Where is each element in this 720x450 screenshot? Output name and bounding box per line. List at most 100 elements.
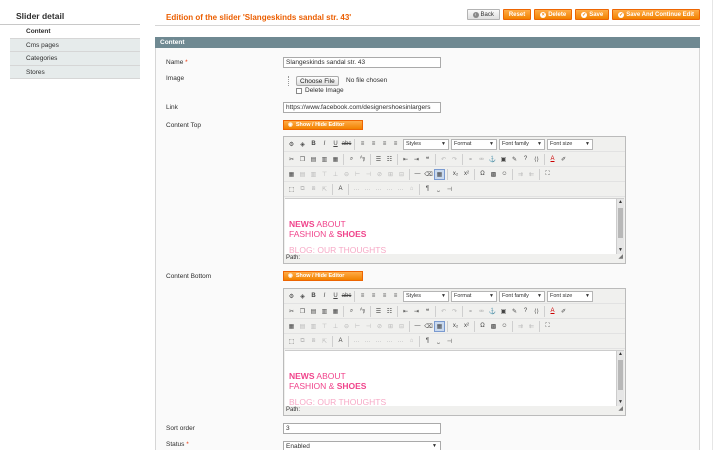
subscript-icon[interactable]: x₂: [450, 321, 461, 332]
html-icon[interactable]: ⟨⟩: [531, 154, 542, 165]
attribs-icon[interactable]: ⌂: [406, 336, 417, 347]
pagebreak-icon[interactable]: ⊣: [444, 184, 455, 195]
delete-col-icon[interactable]: ⊘: [374, 169, 385, 180]
horizontal-rule-icon[interactable]: —: [412, 169, 423, 180]
move-backward-icon[interactable]: ⧈: [308, 184, 319, 195]
back-button[interactable]: ‹ Back: [466, 9, 500, 20]
underline-icon[interactable]: U: [330, 291, 341, 302]
font-size-select[interactable]: Font size ▼: [547, 290, 593, 302]
cell-props-icon[interactable]: ▥: [308, 321, 319, 332]
redo-icon[interactable]: ↷: [449, 154, 460, 165]
ins-icon[interactable]: …: [395, 336, 406, 347]
text-color-icon[interactable]: A: [547, 306, 558, 317]
col-after-icon[interactable]: ⊣: [363, 321, 374, 332]
sidebar-tab-content[interactable]: Content: [10, 25, 140, 39]
scroll-thumb[interactable]: [618, 208, 623, 238]
visual-chars-icon[interactable]: ¶: [422, 336, 433, 347]
paste-word-icon[interactable]: ▦: [330, 306, 341, 317]
link-icon[interactable]: ⚭: [465, 154, 476, 165]
acronym-icon[interactable]: …: [373, 336, 384, 347]
col-before-icon[interactable]: ⊢: [352, 169, 363, 180]
resize-grip-icon[interactable]: ◢: [618, 405, 623, 414]
align-center-icon[interactable]: ≡: [368, 291, 379, 302]
row-props-icon[interactable]: ▤: [297, 321, 308, 332]
rtl-icon[interactable]: ⇇: [526, 169, 537, 180]
visual-aid-icon[interactable]: ▦: [434, 168, 445, 180]
superscript-icon[interactable]: x²: [461, 321, 472, 332]
acronym-icon[interactable]: …: [373, 184, 384, 195]
align-left-icon[interactable]: ≡: [357, 291, 368, 302]
undo-icon[interactable]: ↶: [438, 154, 449, 165]
replace-icon[interactable]: ᴬᵦ: [357, 154, 368, 165]
media-icon[interactable]: ▩: [488, 169, 499, 180]
unlink-icon[interactable]: ⚮: [476, 154, 487, 165]
styles-select[interactable]: Styles ▼: [403, 290, 449, 302]
help-icon[interactable]: ?: [520, 306, 531, 317]
delete-row-icon[interactable]: ⊖: [341, 321, 352, 332]
image-icon[interactable]: ▣: [498, 154, 509, 165]
ins-icon[interactable]: …: [395, 184, 406, 195]
col-after-icon[interactable]: ⊣: [363, 169, 374, 180]
fullscreen-icon[interactable]: ⛶: [542, 321, 553, 332]
reset-button[interactable]: Reset: [502, 9, 532, 20]
merge-cells-icon[interactable]: ⊟: [396, 169, 407, 180]
del-icon[interactable]: …: [384, 336, 395, 347]
delete-image-checkbox[interactable]: [296, 88, 302, 94]
content-bottom-editor[interactable]: ⚙ ◈ B I U abc ≡ ≡ ≡ ≡ Styles ▼ Format ▼ Fo…: [283, 288, 626, 416]
move-backward-icon[interactable]: ⧈: [308, 336, 319, 347]
text-color-icon[interactable]: A: [547, 154, 558, 165]
absolute-icon[interactable]: ⇱: [319, 336, 330, 347]
align-right-icon[interactable]: ≡: [379, 139, 390, 150]
content-bottom-textarea[interactable]: NEWS ABOUT FASHION & SHOES BLOG: OUR THO…: [285, 350, 624, 406]
copy-icon[interactable]: ❐: [297, 154, 308, 165]
indent-icon[interactable]: ⇥: [411, 154, 422, 165]
visual-chars-icon[interactable]: ¶: [422, 184, 433, 195]
help-icon[interactable]: ?: [520, 154, 531, 165]
bold-icon[interactable]: B: [308, 139, 319, 150]
save-continue-button[interactable]: ✓ Save And Continue Edit: [612, 9, 700, 20]
image-insert-icon[interactable]: ◈: [297, 139, 308, 150]
visual-aid-icon[interactable]: ▦: [434, 320, 445, 332]
align-left-icon[interactable]: ≡: [357, 139, 368, 150]
delete-row-icon[interactable]: ⊖: [341, 169, 352, 180]
delete-button[interactable]: × Delete: [534, 9, 573, 20]
widget-icon[interactable]: ⚙: [286, 139, 297, 150]
fullscreen-icon[interactable]: ⛶: [542, 169, 553, 180]
merge-cells-icon[interactable]: ⊟: [396, 321, 407, 332]
horizontal-rule-icon[interactable]: —: [412, 321, 423, 332]
html-icon[interactable]: ⟨⟩: [531, 306, 542, 317]
status-select[interactable]: Enabled ▼: [283, 441, 441, 450]
editor-scrollbar[interactable]: ▲ ▼: [616, 351, 624, 406]
media-icon[interactable]: ▩: [488, 321, 499, 332]
image-icon[interactable]: ▣: [498, 306, 509, 317]
undo-icon[interactable]: ↶: [438, 306, 449, 317]
name-input[interactable]: Slangeskinds sandal str. 43: [283, 57, 441, 68]
emotions-icon[interactable]: ☺: [499, 169, 510, 180]
cite-icon[interactable]: …: [351, 184, 362, 195]
strikethrough-icon[interactable]: abc: [341, 291, 352, 302]
row-after-icon[interactable]: ⊥: [330, 321, 341, 332]
find-icon[interactable]: ⌕: [346, 306, 357, 317]
paste-icon[interactable]: ▤: [308, 154, 319, 165]
align-justify-icon[interactable]: ≡: [390, 139, 401, 150]
anchor-icon[interactable]: ⚓: [487, 306, 498, 317]
cite-icon[interactable]: …: [351, 336, 362, 347]
row-after-icon[interactable]: ⊥: [330, 169, 341, 180]
content-top-editor[interactable]: ⚙ ◈ B I U abc ≡ ≡ ≡ ≡ Styles ▼ Format ▼ Fo…: [283, 136, 626, 264]
underline-icon[interactable]: U: [330, 139, 341, 150]
find-icon[interactable]: ⌕: [346, 154, 357, 165]
link-icon[interactable]: ⚭: [465, 306, 476, 317]
del-icon[interactable]: …: [384, 184, 395, 195]
redo-icon[interactable]: ↷: [449, 306, 460, 317]
insert-layer-icon[interactable]: ⬚: [286, 336, 297, 347]
paste-icon[interactable]: ▤: [308, 306, 319, 317]
sidebar-tab-cms-pages[interactable]: Cms pages: [10, 38, 140, 52]
special-char-icon[interactable]: Ω: [477, 169, 488, 180]
cleanup-icon[interactable]: ✎: [509, 154, 520, 165]
superscript-icon[interactable]: x²: [461, 169, 472, 180]
show-hide-editor-button-bottom[interactable]: ◉ Show / Hide Editor: [283, 271, 363, 281]
indent-icon[interactable]: ⇥: [411, 306, 422, 317]
sidebar-tab-categories[interactable]: Categories: [10, 52, 140, 66]
anchor-icon[interactable]: ⚓: [487, 154, 498, 165]
bold-icon[interactable]: B: [308, 291, 319, 302]
